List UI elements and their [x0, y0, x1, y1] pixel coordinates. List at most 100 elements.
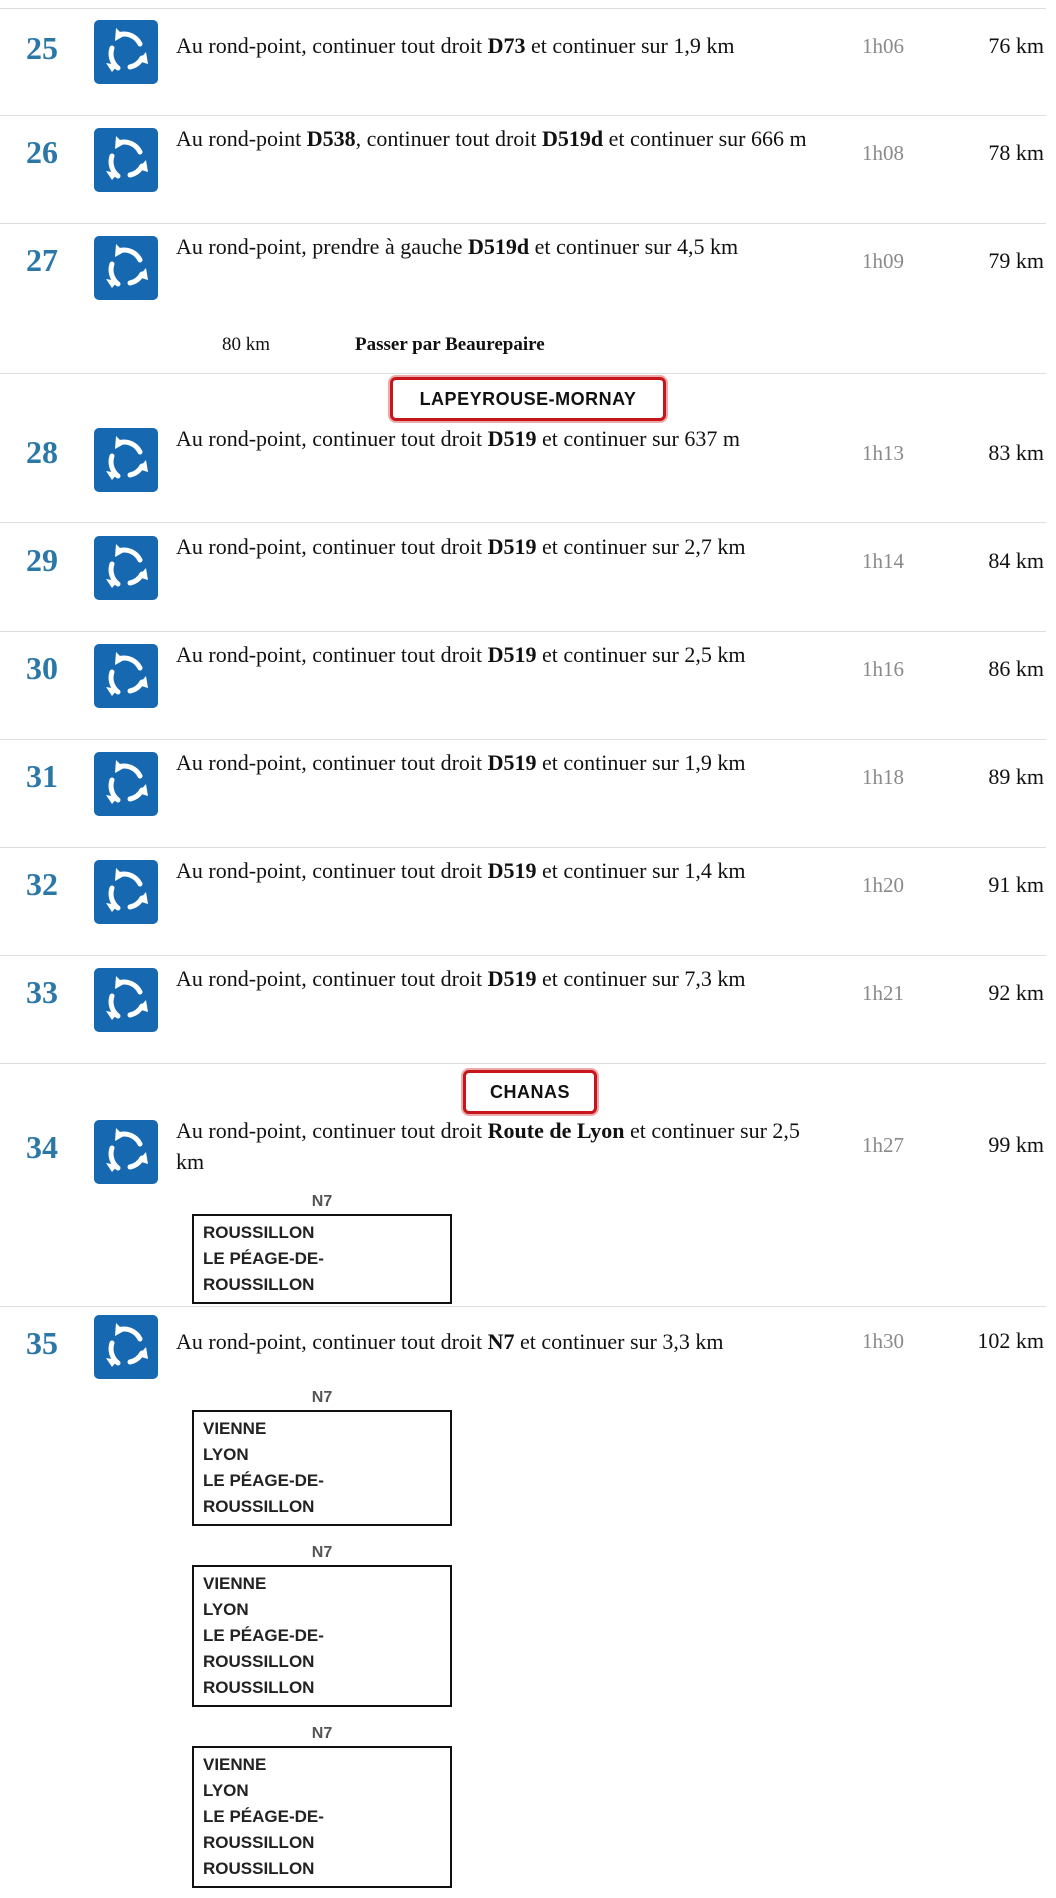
step-distance: 84 km	[988, 548, 1044, 573]
step-number: 31	[26, 758, 58, 794]
step-time: 1h20	[862, 873, 904, 897]
road-name: D519d	[542, 126, 604, 151]
direction-sign-line: VIENNE	[203, 1755, 267, 1774]
direction-sign-line: LE PÉAGE-DE-	[203, 1471, 324, 1490]
direction-sign-panel: VIENNE LYON LE PÉAGE-DE- ROUSSILLON ROUSSILL…	[192, 1746, 452, 1888]
step-row: 28 Au rond-point, continuer tout droit D…	[0, 425, 1046, 515]
direction-sign: N7 VIENNE LYON LE PÉAGE-DE- ROUSSILLON ROUSS…	[192, 1541, 452, 1707]
direction-sign-road: N7	[311, 1544, 333, 1561]
road-name: D519	[487, 966, 537, 991]
step-time: 1h30	[862, 1329, 904, 1353]
step-time: 1h27	[862, 1133, 904, 1157]
direction-sign-panel: VIENNE LYON LE PÉAGE-DE- ROUSSILLON ROUSSILL…	[192, 1565, 452, 1707]
step-time: 1h08	[862, 141, 904, 165]
step-row: 32 Au rond-point, continuer tout droit D…	[0, 857, 1046, 947]
step-distance: 79 km	[988, 248, 1044, 273]
direction-sign-line: ROUSSILLON	[203, 1275, 315, 1294]
step-time: 1h13	[862, 441, 904, 465]
roundabout-icon	[94, 860, 158, 924]
direction-sign-line: LE PÉAGE-DE-	[203, 1626, 324, 1645]
direction-sign-line: VIENNE	[203, 1419, 267, 1438]
route-roadbook: { "steps": [ {"num":"25","parts":[{"t":"…	[0, 0, 1056, 1898]
pass-distance: 80 km	[222, 334, 271, 355]
direction-sign-line: LYON	[203, 1600, 249, 1619]
step-time: 1h18	[862, 765, 904, 789]
step-number: 34	[26, 1129, 58, 1165]
roundabout-icon	[94, 1120, 158, 1184]
road-name: D519	[487, 534, 537, 559]
step-instruction: Au rond-point D538, continuer tout droit…	[176, 126, 807, 151]
step-row: 35 Au rond-point, continuer tout droit N…	[0, 1315, 1046, 1395]
direction-sign-road: N7	[311, 1725, 333, 1742]
step-row: 34 Au rond-point, continuer tout droit R…	[0, 1117, 1046, 1207]
step-distance: 76 km	[988, 33, 1044, 58]
step-number: 25	[26, 30, 58, 66]
step-distance: 86 km	[988, 656, 1044, 681]
pass-label: Passer par Beaurepaire	[355, 334, 545, 355]
direction-sign-line: ROUSSILLON	[203, 1223, 315, 1242]
direction-sign-line: ROUSSILLON	[203, 1859, 315, 1878]
step-row: 30 Au rond-point, continuer tout droit D…	[0, 641, 1046, 731]
direction-sign-line: LYON	[203, 1445, 249, 1464]
step-instruction: Au rond-point, continuer tout droit N7 e…	[176, 1329, 724, 1354]
separator	[0, 739, 1046, 740]
step-distance: 78 km	[988, 140, 1044, 165]
step-row: 31 Au rond-point, continuer tout droit D…	[0, 749, 1046, 839]
direction-sign: N7 ROUSSILLON LE PÉAGE-DE- ROUSSILLON	[192, 1190, 452, 1304]
step-time: 1h06	[862, 34, 904, 58]
separator	[0, 373, 1046, 374]
roundabout-icon	[94, 20, 158, 84]
step-number: 35	[26, 1325, 58, 1361]
step-number: 28	[26, 434, 58, 470]
direction-sign-line: ROUSSILLON	[203, 1678, 315, 1697]
separator	[0, 955, 1046, 956]
roundabout-icon	[94, 128, 158, 192]
step-number: 30	[26, 650, 58, 686]
road-name: D519d	[468, 234, 530, 259]
step-distance: 89 km	[988, 764, 1044, 789]
direction-sign-line: ROUSSILLON	[203, 1652, 315, 1671]
step-row: 26 Au rond-point D538, continuer tout dr…	[0, 125, 1046, 215]
step-instruction: Au rond-point, continuer tout droit Rout…	[176, 1118, 800, 1174]
direction-sign: N7 VIENNE LYON LE PÉAGE-DE- ROUSSILLON ROUSS…	[192, 1722, 452, 1888]
direction-sign-panel: ROUSSILLON LE PÉAGE-DE- ROUSSILLON	[192, 1214, 452, 1304]
roundabout-icon	[94, 236, 158, 300]
step-time: 1h09	[862, 249, 904, 273]
roundabout-icon	[94, 968, 158, 1032]
step-instruction: Au rond-point, continuer tout droit D73 …	[176, 33, 735, 58]
roundabout-icon	[94, 536, 158, 600]
separator	[0, 8, 1046, 9]
roundabout-icon	[94, 644, 158, 708]
road-name: D519	[487, 642, 537, 667]
direction-sign-line: VIENNE	[203, 1574, 267, 1593]
road-name: N7	[487, 1329, 515, 1354]
direction-sign-line: ROUSSILLON	[203, 1833, 315, 1852]
road-name: D538	[306, 126, 356, 151]
step-instruction: Au rond-point, continuer tout droit D519…	[176, 642, 746, 667]
town-sign: CHANAS	[463, 1070, 597, 1114]
separator	[0, 522, 1046, 523]
step-instruction: Au rond-point, continuer tout droit D519…	[176, 426, 740, 451]
direction-sign-road: N7	[311, 1389, 333, 1406]
road-name: D519	[487, 426, 537, 451]
direction-sign-line: LYON	[203, 1781, 249, 1800]
step-instruction: Au rond-point, continuer tout droit D519…	[176, 534, 746, 559]
town-sign: LAPEYROUSE-MORNAY	[390, 377, 666, 421]
separator	[0, 847, 1046, 848]
road-name: D73	[487, 33, 526, 58]
step-instruction: Au rond-point, prendre à gauche D519d et…	[176, 234, 739, 259]
roundabout-icon	[94, 428, 158, 492]
road-name: D519	[487, 750, 537, 775]
direction-sign-road: N7	[311, 1193, 333, 1210]
roundabout-icon	[94, 1315, 158, 1379]
direction-sign-line: LE PÉAGE-DE-	[203, 1807, 324, 1826]
step-distance: 91 km	[988, 872, 1044, 897]
step-row: 25 Au rond-point, continuer tout droit D…	[0, 20, 1046, 100]
step-instruction: Au rond-point, continuer tout droit D519…	[176, 858, 746, 883]
step-number: 29	[26, 542, 58, 578]
step-distance: 99 km	[988, 1132, 1044, 1157]
step-instruction: Au rond-point, continuer tout droit D519…	[176, 750, 746, 775]
step-number: 27	[26, 242, 58, 278]
direction-sign-panel: VIENNE LYON LE PÉAGE-DE- ROUSSILLON	[192, 1410, 452, 1526]
step-distance: 83 km	[988, 440, 1044, 465]
